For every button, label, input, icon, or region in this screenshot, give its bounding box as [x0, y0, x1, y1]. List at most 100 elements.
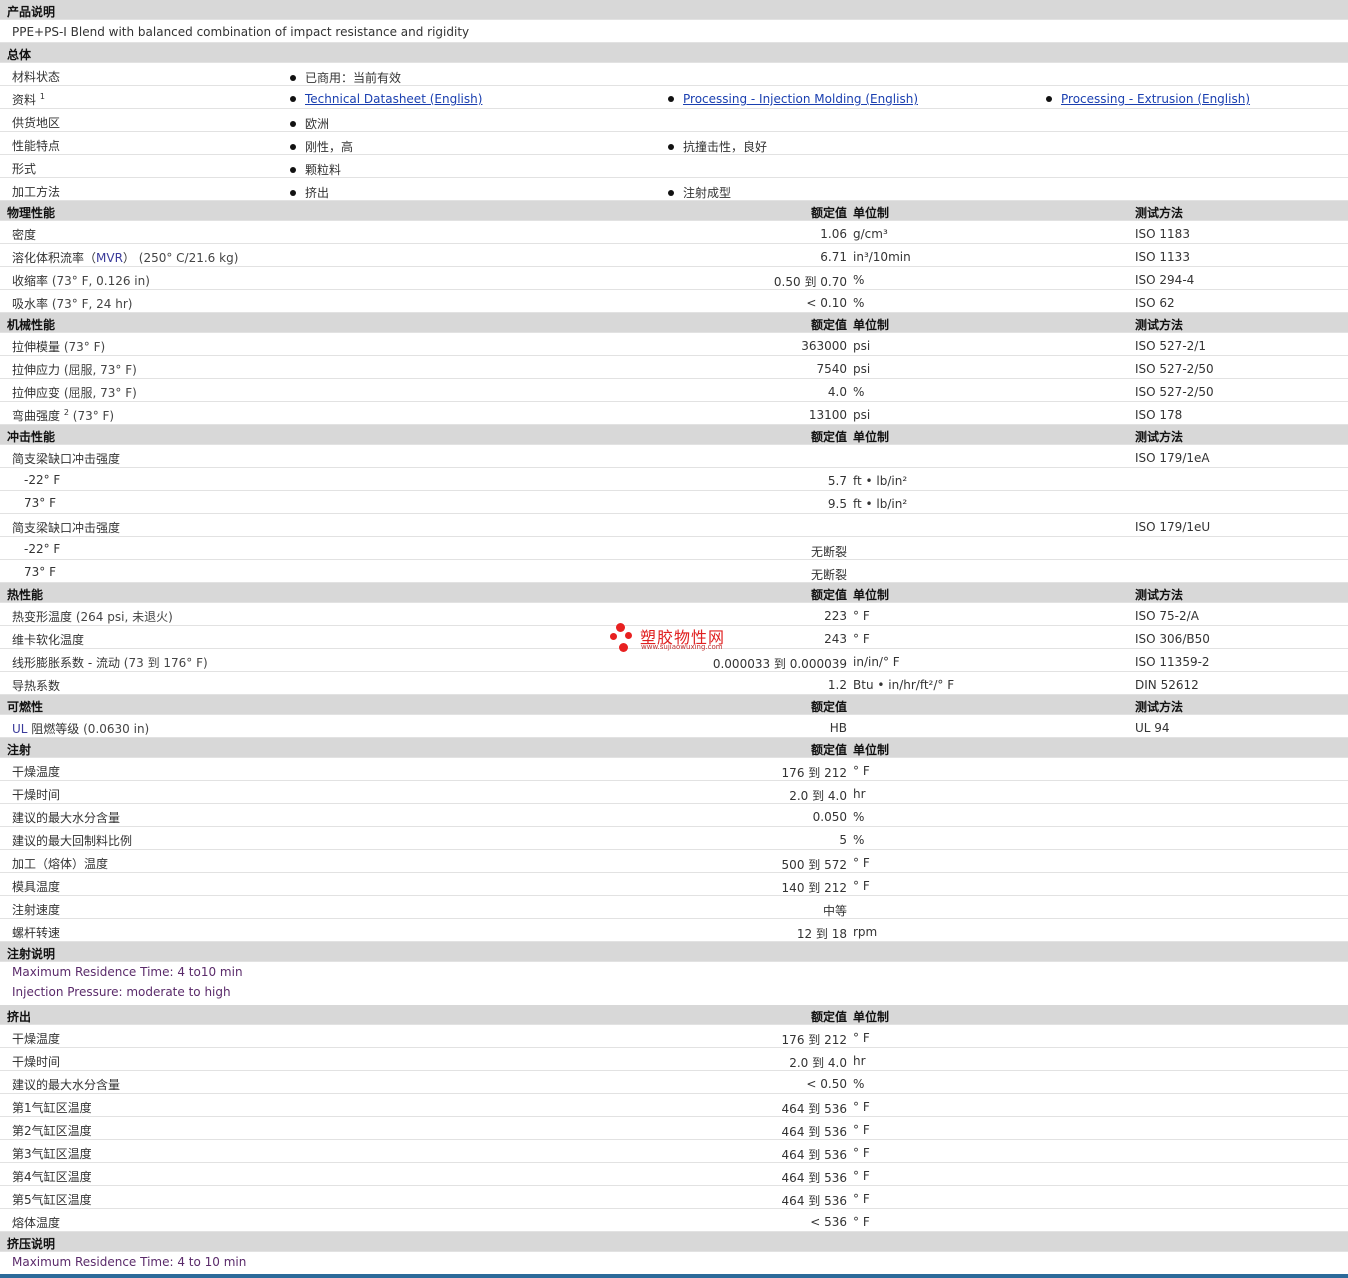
label-text: 干燥温度 — [12, 1032, 61, 1046]
property-label: 收缩率 (73° F, 0.126 in) — [12, 272, 150, 289]
table-row: 第5气缸区温度 464 到 536 ° F — [0, 1186, 1348, 1209]
unit-value: % — [853, 273, 865, 287]
datasheet-link[interactable]: Processing - Injection Molding (English) — [683, 92, 918, 106]
label-text: 干燥温度 — [12, 765, 61, 779]
header-rated: 额定值 — [810, 588, 847, 602]
unit-value: % — [853, 810, 865, 824]
unit-value: ° F — [853, 764, 870, 778]
condition: (屈服, 73° F) — [63, 386, 137, 400]
datasheet-link[interactable]: Technical Datasheet (English) — [305, 92, 482, 106]
molecule-dots-icon — [616, 623, 625, 632]
test-method: ISO 1183 — [1135, 227, 1190, 241]
section-title: 机械性能 — [7, 318, 56, 332]
test-method: ISO 294-4 — [1135, 273, 1195, 287]
unit-value: ° F — [853, 1100, 870, 1114]
property-label: 简支梁缺口冲击强度 — [12, 521, 121, 535]
property-label: 第3气缸区温度 — [12, 1145, 92, 1162]
label-text: 注射速度 — [12, 903, 61, 917]
condition: (250° C/21.6 kg) — [138, 251, 239, 265]
datasheet-link[interactable]: Processing - Extrusion (English) — [1061, 92, 1250, 106]
property-label: 资料 1 — [12, 91, 45, 108]
condition: (73° F, 24 hr) — [51, 297, 133, 311]
header-method: 测试方法 — [1135, 206, 1184, 220]
table-row: 建议的最大水分含量 0.050% — [0, 804, 1348, 827]
test-method: ISO 527-2/50 — [1135, 385, 1214, 399]
datasheet-link-item[interactable]: Processing - Injection Molding (English) — [668, 92, 918, 106]
label-text: 溶化体积流率（ — [12, 251, 97, 265]
rated-value: 无断裂 — [810, 568, 847, 582]
header-rated: 额定值 — [810, 700, 847, 714]
note-text: Injection Pressure: moderate to high — [12, 985, 231, 999]
section-header: 热性能 额定值 单位制 测试方法 — [0, 583, 1348, 603]
header-rated: 额定值 — [810, 1010, 847, 1024]
property-label: 螺杆转速 — [12, 924, 60, 941]
condition: (73 到 176° F) — [123, 656, 208, 670]
label-text: 形式 — [12, 162, 37, 176]
label-text: 建议的最大水分含量 — [12, 811, 121, 825]
property-label: 73° F — [24, 565, 56, 579]
rated-value: 464 到 536 — [781, 1125, 847, 1139]
label-text: 资料 — [12, 93, 37, 107]
table-row: 拉伸模量 (73° F) 363000 psi ISO 527-2/1 — [0, 333, 1348, 356]
section-header: 注射 额定值 单位制 — [0, 738, 1348, 758]
property-label: 建议的最大水分含量 — [12, 1076, 120, 1093]
header-method: 测试方法 — [1135, 588, 1184, 602]
property-label: 第5气缸区温度 — [12, 1191, 92, 1208]
rated-value: 464 到 536 — [781, 1194, 847, 1208]
label-text: 第4气缸区温度 — [12, 1170, 92, 1184]
rated-value: 500 到 572 — [781, 858, 847, 872]
unit-value: ° F — [853, 879, 870, 893]
table-row: 拉伸应力 (屈服, 73° F) 7540 psi ISO 527-2/50 — [0, 356, 1348, 379]
bullet-icon — [1046, 95, 1052, 102]
section-title: 物理性能 — [7, 206, 56, 220]
molecule-dot — [619, 643, 628, 652]
unit-value: ° F — [853, 609, 870, 623]
property-label: 干燥时间 — [12, 786, 60, 803]
rated-value: 0.50 到 0.70 — [773, 275, 847, 289]
section-title: 产品说明 — [7, 5, 56, 19]
property-label: 性能特点 — [12, 137, 60, 154]
unit-value: g/cm³ — [853, 227, 888, 241]
bullet-icon — [668, 95, 674, 102]
product-description: PPE+PS-I Blend with balanced combination… — [12, 25, 470, 39]
molecule-dot — [610, 633, 617, 640]
table-row: 建议的最大水分含量 < 0.50% — [0, 1071, 1348, 1094]
table-row: 密度 1.06 g/cm³ ISO 1183 — [0, 221, 1348, 244]
bullet-icon — [668, 143, 674, 150]
table-row: UL 阻燃等级 (0.0630 in) HB UL 94 — [0, 715, 1348, 738]
property-label: 建议的最大水分含量 — [12, 809, 120, 826]
item-text: 抗撞击性，良好 — [683, 140, 768, 154]
property-label: 简支梁缺口冲击强度 — [12, 452, 121, 466]
condition: (73° F) — [63, 340, 106, 354]
property-label: -22° F — [24, 473, 61, 487]
label-text: 维卡软化温度 — [12, 633, 85, 647]
unit-value: ° F — [853, 1123, 870, 1137]
datasheet-link-item[interactable]: Processing - Extrusion (English) — [1046, 92, 1250, 106]
property-label: 密度 — [12, 226, 36, 243]
item-text: 欧洲 — [305, 117, 330, 131]
section-header: 注射说明 — [0, 942, 1348, 962]
section-header: 总体 — [0, 43, 1348, 63]
section-title: 注射 — [7, 743, 32, 757]
table-row: 资料 1 Technical Datasheet (English) Process… — [0, 86, 1348, 109]
label-text: 弯曲强度 — [12, 409, 61, 423]
table-row: 73° F 9.5 ft • lb/in² — [0, 491, 1348, 514]
label-text: 热变形温度 — [12, 610, 73, 624]
label-text: 第1气缸区温度 — [12, 1101, 92, 1115]
section-title: 挤出 — [7, 1010, 32, 1024]
rated-value: 4.0 — [827, 385, 847, 399]
rated-value: 无断裂 — [810, 545, 847, 559]
test-method: ISO 1133 — [1135, 250, 1190, 264]
datasheet-link-item[interactable]: Technical Datasheet (English) — [290, 92, 482, 106]
table-row: 干燥时间 2.0 到 4.0 hr — [0, 1048, 1348, 1071]
label-text: 拉伸模量 — [12, 340, 61, 354]
general-item: 抗撞击性，良好 — [668, 138, 767, 155]
table-row: 吸水率 (73° F, 24 hr) < 0.10% ISO 62 — [0, 290, 1348, 313]
header-rated: 额定值 — [810, 318, 847, 332]
item-text: 注射成型 — [683, 186, 732, 200]
note-row: Maximum Residence Time: 4 to10 min — [0, 962, 1348, 982]
property-label: 拉伸模量 (73° F) — [12, 338, 105, 355]
section-header: 机械性能 额定值 单位制 测试方法 — [0, 313, 1348, 333]
section-header: 可燃性 额定值 测试方法 — [0, 695, 1348, 715]
property-label: 第2气缸区温度 — [12, 1122, 92, 1139]
